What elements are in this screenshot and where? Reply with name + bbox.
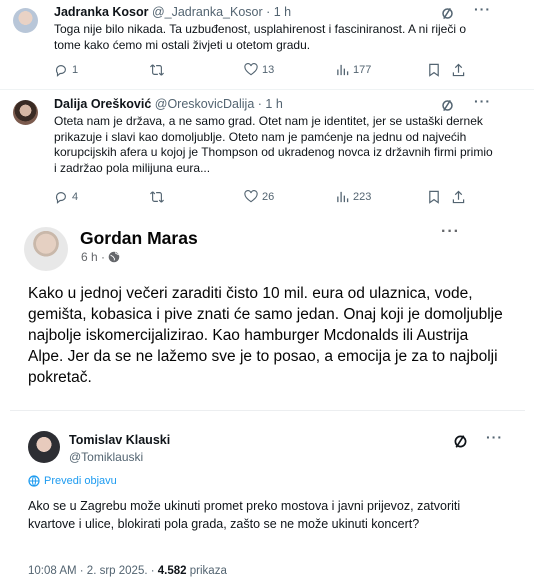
tweet-actions: 4 26 223 (54, 190, 473, 206)
translate-icon (28, 475, 40, 487)
tweet-time[interactable]: · 1 h (258, 97, 283, 111)
tweet-time[interactable]: · 1 h (266, 5, 291, 19)
avatar[interactable] (13, 8, 38, 33)
retweet-button[interactable] (149, 190, 169, 204)
author-handle[interactable]: @Tomiklauski (69, 450, 143, 464)
avatar[interactable] (24, 227, 68, 271)
views-icon (337, 191, 349, 203)
author-name[interactable]: Dalija Orešković (54, 97, 151, 111)
tweet-text: Toga nije bilo nikada. Ta uzbuđenost, us… (54, 22, 467, 52)
like-count: 13 (262, 63, 275, 76)
author-name[interactable]: Gordan Maras (80, 228, 198, 249)
avatar[interactable] (28, 431, 60, 463)
grok-icon[interactable] (452, 433, 469, 451)
like-icon (244, 63, 258, 76)
divider (0, 89, 534, 90)
reply-button[interactable]: 1 (54, 63, 78, 77)
bookmark-icon[interactable] (428, 63, 440, 77)
reply-count: 1 (72, 64, 79, 76)
tweet-text: Oteta nam je država, a ne samo grad. Ote… (54, 114, 493, 175)
reply-button[interactable]: 4 (54, 190, 78, 204)
tweet-timestamp: 10:08 AM · 2. srp 2025. · 4.582 prikaza (28, 565, 227, 577)
post-text: Kako u jednoj večeri zaraditi čisto 10 m… (28, 285, 503, 386)
views-label: prikaza (189, 565, 227, 577)
tweet-jadranka-kosor[interactable]: Jadranka Kosor @_Jadranka_Kosor · 1 h ··… (0, 0, 534, 88)
grok-icon[interactable] (440, 5, 455, 23)
views-count: 223 (353, 190, 372, 203)
reply-icon (55, 65, 66, 77)
views-button[interactable]: 177 (336, 63, 371, 76)
like-icon (244, 190, 258, 203)
share-icon[interactable] (452, 190, 465, 204)
tweet-actions: 1 13 177 (54, 63, 473, 79)
more-icon[interactable]: ··· (441, 223, 460, 241)
author-name[interactable]: Tomislav Klauski (69, 433, 170, 447)
retweet-icon (150, 191, 164, 203)
embedded-tweet[interactable]: Tomislav Klauski @Tomiklauski ··· Preved… (10, 410, 525, 582)
retweet-button[interactable] (149, 63, 169, 77)
like-count: 26 (262, 190, 275, 203)
bookmark-icon[interactable] (428, 190, 440, 204)
reply-count: 4 (72, 191, 79, 203)
post-time[interactable]: 6 h · (81, 250, 105, 264)
post-meta: 6 h · (81, 250, 120, 264)
translate-label: Prevedi objavu (44, 475, 117, 487)
retweet-icon (150, 64, 164, 76)
timestamp-text[interactable]: 10:08 AM · 2. srp 2025. · (28, 565, 155, 577)
views-icon (337, 64, 349, 76)
views-count: 177 (353, 63, 372, 76)
views-count: 4.582 (157, 565, 187, 577)
share-icon[interactable] (452, 63, 465, 77)
like-button[interactable]: 13 (244, 63, 274, 76)
tweet-dalija-oreskovic[interactable]: Dalija Orešković @OreskovicDalija · 1 h … (0, 92, 534, 210)
more-icon[interactable]: ··· (474, 1, 491, 17)
author-handle[interactable]: @_Jadranka_Kosor (152, 5, 263, 19)
avatar[interactable] (13, 100, 38, 125)
author-name[interactable]: Jadranka Kosor (54, 5, 148, 19)
more-icon[interactable]: ··· (486, 429, 503, 445)
tweet-header: Dalija Orešković @OreskovicDalija · 1 h (54, 97, 283, 111)
author-handle[interactable]: @OreskovicDalija (155, 97, 255, 111)
globe-icon (108, 251, 120, 263)
facebook-post: Gordan Maras 6 h · ··· Kako u jednoj več… (0, 210, 534, 400)
tweet-header: Jadranka Kosor @_Jadranka_Kosor · 1 h (54, 5, 291, 19)
translate-link[interactable]: Prevedi objavu (28, 475, 117, 487)
grok-icon[interactable] (440, 97, 455, 115)
tweet-text: Ako se u Zagrebu može ukinuti promet pre… (28, 499, 461, 531)
reply-icon (55, 192, 66, 204)
more-icon[interactable]: ··· (474, 93, 491, 109)
like-button[interactable]: 26 (244, 190, 274, 203)
views-button[interactable]: 223 (336, 190, 371, 203)
